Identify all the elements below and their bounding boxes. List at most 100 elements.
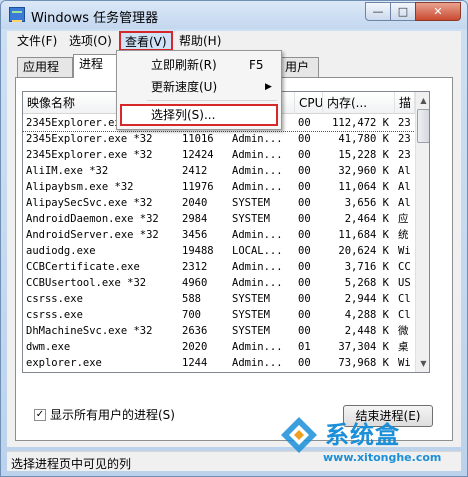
table-row[interactable]: Alipaybsm.exe *32 11976 Admin... 00 11,064 K…	[23, 179, 415, 195]
show-all-users-label: 显示所有用户的进程(S)	[50, 408, 175, 422]
process-cpu: 00	[298, 261, 311, 273]
process-name: AliIM.exe *32	[26, 165, 109, 177]
process-pid: 19488	[182, 245, 214, 257]
table-row[interactable]: 2345Explorer.exe *32 12424 Admin... 00 15,22…	[23, 147, 415, 163]
process-cpu: 00	[298, 149, 311, 161]
table-row[interactable]: AndroidServer.exe *32 3456 Admin... 00 11,68…	[23, 227, 415, 243]
menu-file[interactable]: 文件(F)	[13, 33, 61, 50]
process-name: DhMachineSvc.exe *32	[26, 325, 153, 337]
process-memory: 2,448 K	[344, 325, 389, 337]
process-list[interactable]: 映像名称 CPU 内存(... 描 2345Explorer.exe *32 00…	[22, 91, 430, 373]
process-memory: 41,780 K	[338, 133, 389, 145]
process-name: dwm.exe	[26, 341, 71, 353]
table-row[interactable]: DhMachineSvc.exe *32 2636 SYSTEM 00 2,448 K 微	[23, 323, 415, 339]
menu-view[interactable]: 查看(V)	[119, 31, 173, 51]
col-cpu[interactable]: CPU	[295, 92, 323, 114]
menu-options[interactable]: 选项(O)	[65, 33, 116, 50]
show-all-users-checkbox[interactable]: ✓	[34, 409, 46, 421]
menu-help[interactable]: 帮助(H)	[175, 33, 225, 50]
vertical-scrollbar[interactable]: ▲ ▼	[415, 92, 429, 372]
menu-item-refresh-now[interactable]: 立即刷新(R) F5	[117, 54, 281, 76]
table-row[interactable]: AlipaySecSvc.exe *32 2040 SYSTEM 00 3,656 K A…	[23, 195, 415, 211]
refresh-now-label: 立即刷新(R)	[151, 58, 217, 72]
process-pid: 2984	[182, 213, 208, 225]
watermark-logo-icon	[281, 417, 317, 453]
col-memory[interactable]: 内存(...	[323, 92, 395, 114]
select-columns-label: 选择列(S)...	[151, 108, 216, 122]
process-pid: 11016	[182, 133, 214, 145]
process-name: AndroidServer.exe *32	[26, 229, 159, 241]
process-cpu: 01	[298, 341, 311, 353]
process-name: 2345Explorer.exe *32	[26, 133, 153, 145]
process-pid: 1244	[182, 357, 208, 369]
process-pid: 12424	[182, 149, 214, 161]
table-row[interactable]: CCBUsertool.exe *32 4960 Admin... 00 5,268 K…	[23, 275, 415, 291]
window-title: Windows 任务管理器	[31, 11, 159, 26]
process-pid: 2636	[182, 325, 208, 337]
table-row[interactable]: dwm.exe 2020 Admin... 01 37,304 K 桌	[23, 339, 415, 355]
process-memory: 20,624 K	[338, 245, 389, 257]
process-user: Admin...	[232, 277, 283, 289]
process-cpu: 00	[298, 229, 311, 241]
tab-processes[interactable]: 进程	[73, 54, 119, 78]
tab-applications[interactable]: 应用程序	[17, 57, 73, 92]
process-user: SYSTEM	[232, 325, 270, 337]
process-user: Admin...	[232, 261, 283, 273]
menu-item-update-speed[interactable]: 更新速度(U) ▶	[117, 76, 281, 98]
task-manager-icon	[9, 7, 25, 22]
table-row[interactable]: AndroidDaemon.exe *32 2984 SYSTEM 00 2,464 K…	[23, 211, 415, 227]
maximize-button[interactable]: □	[390, 2, 416, 21]
watermark: 系统盒 www.xitonghe.com	[271, 409, 459, 469]
table-row[interactable]: CCBCertificate.exe 2312 Admin... 00 3,716 K C…	[23, 259, 415, 275]
process-name: AndroidDaemon.exe *32	[26, 213, 159, 225]
scroll-up-icon[interactable]: ▲	[417, 93, 429, 108]
process-pid: 2020	[182, 341, 208, 353]
col-description[interactable]: 描	[395, 92, 415, 114]
process-memory: 32,960 K	[338, 165, 389, 177]
table-row[interactable]: audiodg.exe 19488 LOCAL... 00 20,624 K Wi	[23, 243, 415, 259]
process-user: Admin...	[232, 229, 283, 241]
process-user: Admin...	[232, 149, 283, 161]
process-name: Alipaybsm.exe *32	[26, 181, 134, 193]
process-pid: 2312	[182, 261, 208, 273]
process-description: 桌	[398, 341, 409, 353]
title-bar[interactable]: Windows 任务管理器 — □ ✕	[1, 1, 467, 29]
process-cpu: 00	[298, 325, 311, 337]
process-user: LOCAL...	[232, 245, 283, 257]
process-name: explorer.exe	[26, 357, 102, 369]
process-cpu: 00	[298, 197, 311, 209]
process-user: SYSTEM	[232, 197, 270, 209]
process-cpu: 00	[298, 133, 311, 145]
process-pid: 2412	[182, 165, 208, 177]
minimize-button[interactable]: —	[365, 2, 391, 21]
table-row[interactable]: explorer.exe 1244 Admin... 00 73,968 K Wi	[23, 355, 415, 371]
process-description: 应	[398, 213, 409, 225]
menu-bar: 文件(F) 选项(O) 查看(V) 帮助(H)	[7, 31, 461, 51]
table-row[interactable]: AliIM.exe *32 2412 Admin... 00 32,960 K Al	[23, 163, 415, 179]
process-description: 23	[398, 117, 411, 129]
process-user: Admin...	[232, 165, 283, 177]
close-button[interactable]: ✕	[415, 2, 461, 21]
scroll-down-icon[interactable]: ▼	[417, 356, 429, 371]
process-name: CCBCertificate.exe	[26, 261, 140, 273]
refresh-shortcut: F5	[249, 58, 264, 72]
process-cpu: 00	[298, 181, 311, 193]
process-user: SYSTEM	[232, 309, 270, 321]
tab-users[interactable]: 用户	[279, 57, 319, 77]
table-row[interactable]: csrss.exe 588 SYSTEM 00 2,944 K Cl	[23, 291, 415, 307]
update-speed-label: 更新速度(U)	[151, 80, 218, 94]
table-row[interactable]: 2345Explorer.exe *32 11016 Admin... 00 41,78…	[23, 131, 415, 147]
process-memory: 4,288 K	[344, 309, 389, 321]
process-description: Cl	[398, 309, 411, 321]
scroll-thumb[interactable]	[417, 109, 429, 143]
process-memory: 11,684 K	[338, 229, 389, 241]
process-description: Al	[398, 181, 411, 193]
process-cpu: 00	[298, 213, 311, 225]
process-name: csrss.exe	[26, 309, 83, 321]
process-pid: 700	[182, 309, 201, 321]
menu-item-select-columns[interactable]: 选择列(S)...	[120, 104, 278, 126]
table-row[interactable]: csrss.exe 700 SYSTEM 00 4,288 K Cl	[23, 307, 415, 323]
process-memory: 5,268 K	[344, 277, 389, 289]
process-description: 微	[398, 325, 409, 337]
process-user: SYSTEM	[232, 293, 270, 305]
